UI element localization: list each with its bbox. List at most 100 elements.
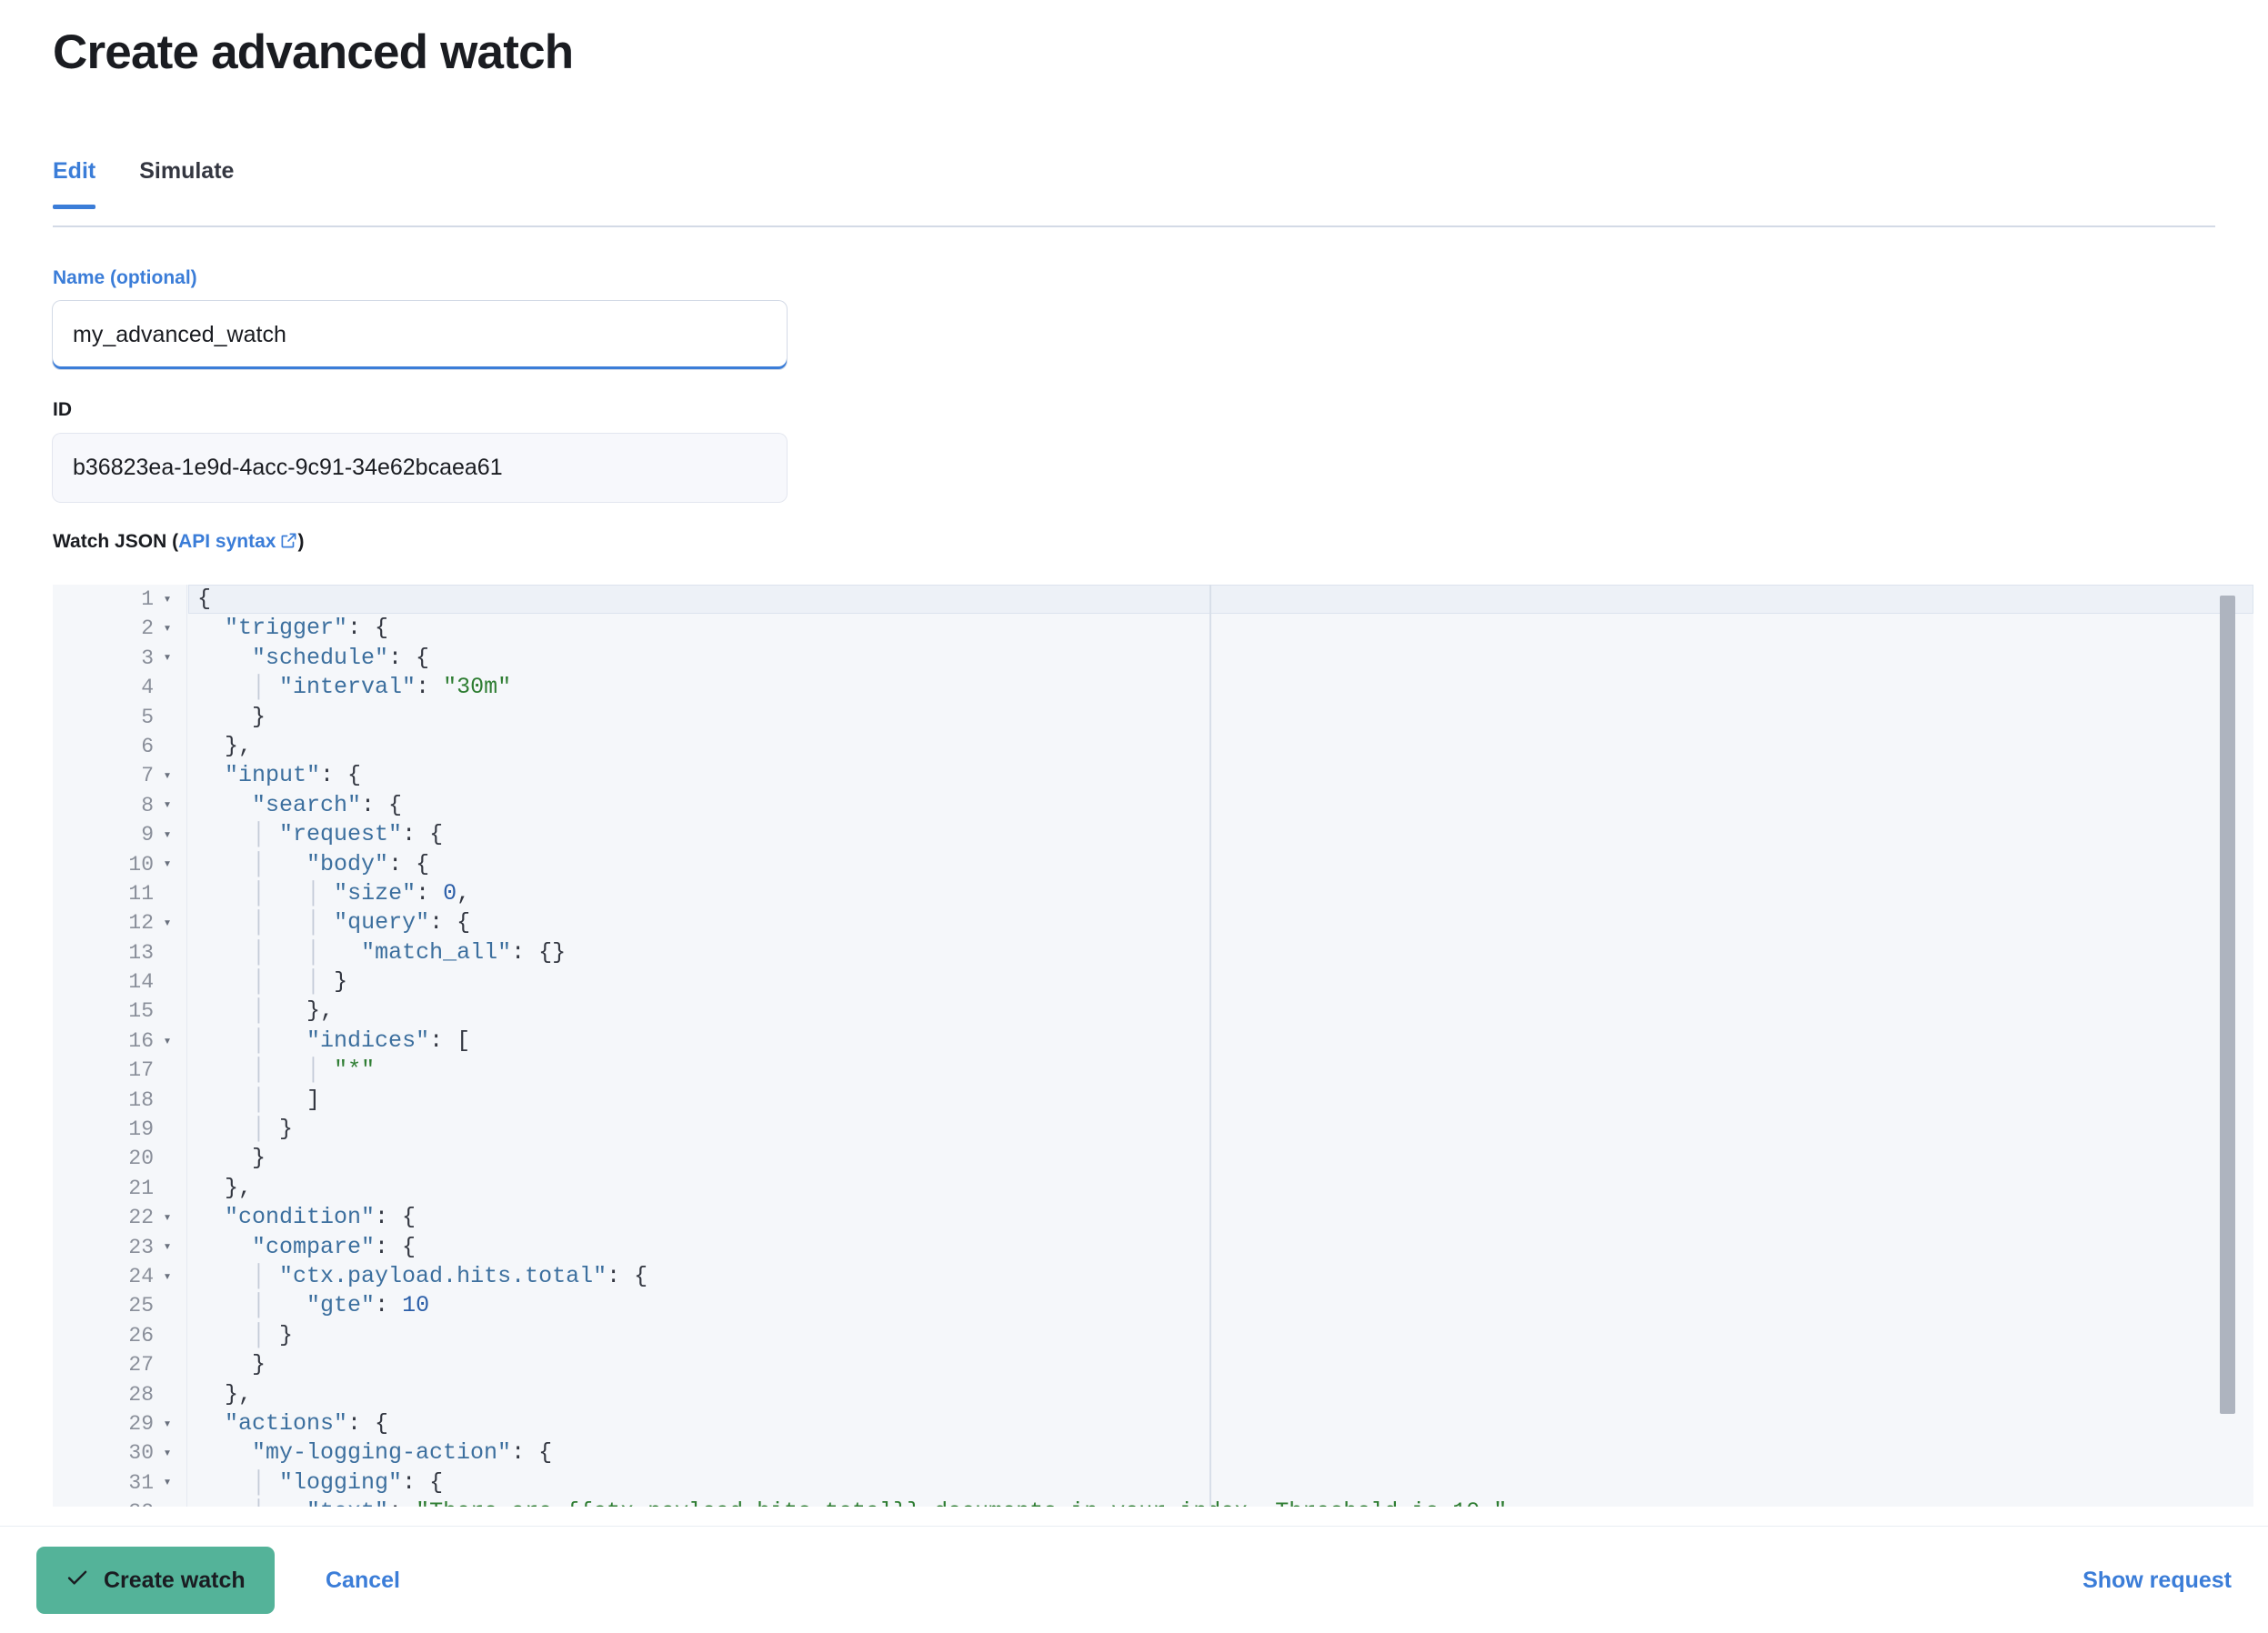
editor-line-number: 8 ▾ xyxy=(53,791,186,820)
editor-code-line: } xyxy=(252,1351,266,1378)
cancel-button[interactable]: Cancel xyxy=(326,1547,400,1614)
watch-json-editor[interactable]: 1▾2▾3▾4▾5▾6▾7▾8▾9▾10▾11▾12▾13▾14▾15▾16▾1… xyxy=(53,585,2253,1507)
editor-line-number: 30 ▾ xyxy=(53,1438,186,1468)
editor-line-number: 19▾ xyxy=(128,1117,154,1142)
editor-fold-toggle-icon[interactable]: ▾ xyxy=(157,1240,177,1254)
editor-line-number: 17▾ xyxy=(128,1058,154,1083)
editor-fold-toggle-icon[interactable]: ▾ xyxy=(157,1270,177,1284)
editor-line-number: 27▾ xyxy=(128,1353,154,1378)
watch-json-label-prefix: Watch JSON ( xyxy=(53,531,179,552)
editor-code-line: │ }, xyxy=(252,997,335,1025)
tab-edit[interactable]: Edit xyxy=(53,157,115,210)
editor-fold-toggle-icon[interactable]: ▾ xyxy=(157,798,177,812)
editor-code-line: │ │ "query": { xyxy=(252,909,471,937)
watch-json-label-suffix: ) xyxy=(297,531,305,552)
editor-code-area[interactable]: { "trigger": { "schedule": { │ "interval… xyxy=(188,585,2253,1507)
editor-code-line: │ │ "match_all": {} xyxy=(252,938,567,966)
editor-line-number: 21▾ xyxy=(128,1176,154,1200)
print-margin-ruler xyxy=(1209,585,1211,1507)
editor-code-line: "compare": { xyxy=(252,1233,416,1260)
editor-code-line: │ "request": { xyxy=(252,821,444,848)
id-field-label: ID xyxy=(53,399,72,420)
editor-line-number: 4▾ xyxy=(141,676,154,700)
editor-code-line: │ "interval": "30m" xyxy=(252,674,512,701)
editor-code-line: │ ] xyxy=(252,1086,321,1113)
editor-code-line: } xyxy=(252,703,266,730)
api-syntax-link[interactable]: API syntax xyxy=(178,531,276,552)
editor-code-line: │ "text": "There are {{ctx.payload.hits.… xyxy=(188,1498,2253,1507)
editor-code-line: │ "ctx.payload.hits.total": { xyxy=(252,1262,648,1289)
editor-fold-toggle-icon[interactable]: ▾ xyxy=(157,828,177,842)
editor-fold-toggle-icon[interactable]: ▾ xyxy=(157,769,177,783)
editor-code-line: │ │ "size": 0, xyxy=(252,879,471,907)
id-input[interactable] xyxy=(53,434,787,502)
editor-line-number: 22 ▾ xyxy=(53,1203,186,1232)
editor-code-line: }, xyxy=(225,1174,253,1201)
editor-line-number: 7 ▾ xyxy=(53,761,186,790)
tab-simulate[interactable]: Simulate xyxy=(115,157,257,209)
editor-code-line: "trigger": { xyxy=(225,615,389,642)
editor-code-line: }, xyxy=(225,732,253,759)
editor-fold-toggle-icon[interactable]: ▾ xyxy=(157,622,177,636)
editor-fold-toggle-icon[interactable]: ▾ xyxy=(157,651,177,665)
editor-code-line: "input": { xyxy=(225,762,362,789)
editor-line-number: 1 ▾ xyxy=(53,585,186,614)
editor-line-number: 29 ▾ xyxy=(53,1409,186,1438)
editor-code-line: │ "gte": 10 xyxy=(252,1292,430,1319)
editor-code-line: │ │ "*" xyxy=(252,1057,376,1084)
editor-line-number: 5▾ xyxy=(141,705,154,729)
create-advanced-watch-page: Create advanced watch Edit Simulate Name… xyxy=(0,0,2268,1633)
editor-line-number: 25▾ xyxy=(128,1294,154,1318)
editor-fold-toggle-icon[interactable]: ▾ xyxy=(157,917,177,930)
editor-line-number: 13▾ xyxy=(128,940,154,965)
editor-fold-toggle-icon[interactable]: ▾ xyxy=(157,1035,177,1048)
tabs-divider xyxy=(53,225,2215,227)
check-icon xyxy=(65,1566,89,1596)
tab-list: Edit Simulate xyxy=(53,157,257,210)
editor-line-number: 23 ▾ xyxy=(53,1233,186,1262)
editor-fold-toggle-icon[interactable]: ▾ xyxy=(157,593,177,606)
footer-bar: Create watch Cancel Show request xyxy=(0,1526,2268,1633)
create-watch-button[interactable]: Create watch xyxy=(36,1547,275,1614)
editor-line-number: 18▾ xyxy=(128,1087,154,1112)
editor-fold-toggle-icon[interactable]: ▾ xyxy=(157,1211,177,1225)
page-title: Create advanced watch xyxy=(53,25,574,79)
editor-fold-toggle-icon[interactable]: ▾ xyxy=(157,1476,177,1489)
editor-line-number: 14▾ xyxy=(128,970,154,995)
editor-line-number: 26▾ xyxy=(128,1323,154,1347)
editor-code-line: │ } xyxy=(252,1321,294,1348)
editor-line-number: 31 ▾ xyxy=(53,1468,186,1498)
create-watch-button-label: Create watch xyxy=(104,1567,246,1593)
editor-code-line: "schedule": { xyxy=(252,644,430,671)
editor-line-number: 15▾ xyxy=(128,999,154,1024)
show-request-button[interactable]: Show request xyxy=(2082,1547,2232,1614)
editor-line-number: 2 ▾ xyxy=(53,614,186,643)
name-input[interactable] xyxy=(53,301,787,369)
editor-fold-toggle-icon[interactable]: ▾ xyxy=(157,1418,177,1431)
editor-line-number: 6▾ xyxy=(141,734,154,758)
editor-line-number: 24 ▾ xyxy=(53,1262,186,1291)
editor-code-line: } xyxy=(252,1145,266,1172)
external-link-icon xyxy=(280,531,297,556)
editor-code-line: │ } xyxy=(252,1116,294,1143)
editor-line-number: 12 ▾ xyxy=(53,908,186,937)
editor-fold-toggle-icon[interactable]: ▾ xyxy=(157,857,177,871)
editor-code-line: │ "indices": [ xyxy=(252,1027,471,1054)
editor-code-line: │ "logging": { xyxy=(252,1468,444,1496)
editor-vertical-scrollbar[interactable] xyxy=(2220,596,2235,1414)
name-field-label: Name (optional) xyxy=(53,267,197,288)
editor-line-number: 9 ▾ xyxy=(53,820,186,849)
editor-line-number: 11▾ xyxy=(128,881,154,906)
editor-gutter[interactable]: 1▾2▾3▾4▾5▾6▾7▾8▾9▾10▾11▾12▾13▾14▾15▾16▾1… xyxy=(53,585,187,1507)
editor-line-number: 32▾ xyxy=(53,1498,186,1507)
editor-code-line: }, xyxy=(225,1380,253,1408)
editor-code-line: "my-logging-action": { xyxy=(252,1439,553,1467)
editor-line-number: 10 ▾ xyxy=(53,850,186,879)
editor-code-line: "actions": { xyxy=(225,1409,389,1437)
editor-line-number: 28▾ xyxy=(128,1382,154,1407)
editor-fold-toggle-icon[interactable]: ▾ xyxy=(157,1447,177,1460)
editor-code-line: │ "body": { xyxy=(252,850,430,877)
editor-code-line: "search": { xyxy=(252,791,403,818)
editor-line-number: 3 ▾ xyxy=(53,644,186,673)
watch-json-label: Watch JSON (API syntax) xyxy=(53,529,304,556)
